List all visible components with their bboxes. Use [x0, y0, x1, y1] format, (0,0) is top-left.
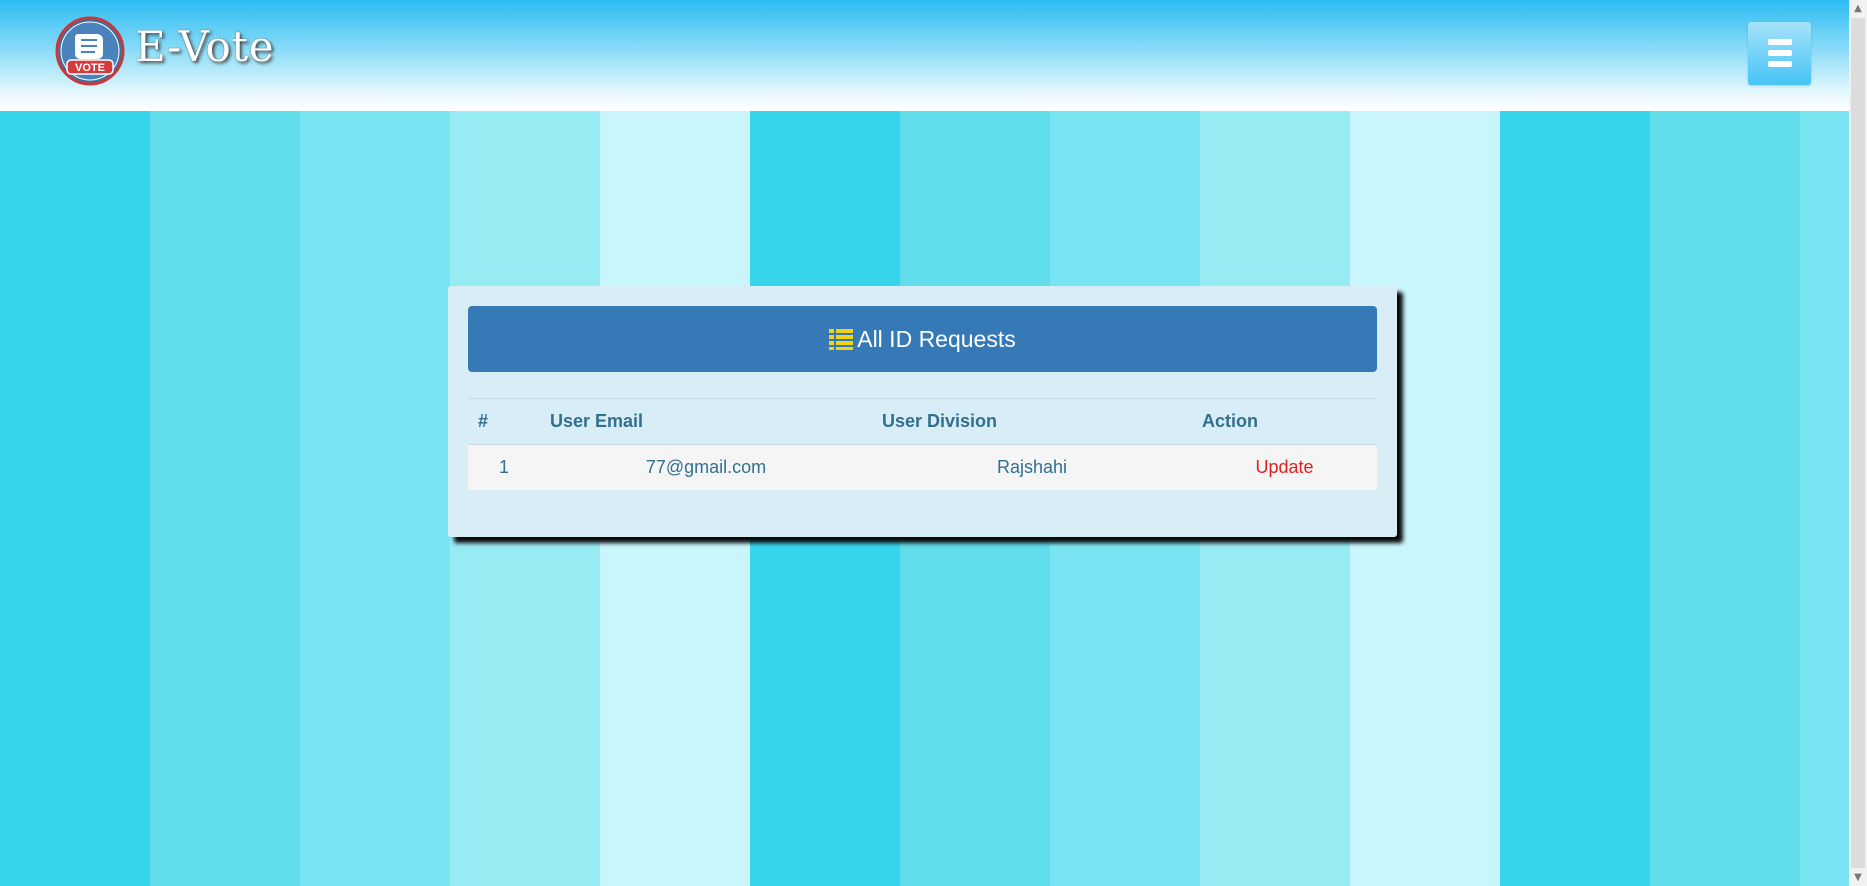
panel-title-bar: All ID Requests [468, 306, 1377, 372]
list-icon [829, 329, 854, 350]
vertical-scrollbar[interactable]: ▲ ▼ [1849, 0, 1867, 886]
row-number: 1 [498, 457, 509, 477]
menu-button[interactable] [1748, 22, 1811, 85]
header: VOTE E-Vote [0, 0, 1849, 111]
column-header-number: # [468, 398, 540, 445]
scrollbar-thumb[interactable] [1851, 18, 1865, 868]
column-header-division: User Division [872, 398, 1192, 445]
row-email: 77@gmail.com [645, 457, 767, 477]
panel-title: All ID Requests [857, 325, 1016, 352]
vote-logo-icon[interactable]: VOTE [55, 16, 125, 86]
row-division: Rajshahi [996, 457, 1068, 477]
brand-title[interactable]: E-Vote [135, 22, 274, 71]
scroll-up-icon[interactable]: ▲ [1849, 0, 1867, 17]
column-header-email: User Email [540, 398, 872, 445]
scroll-down-icon[interactable]: ▼ [1849, 869, 1867, 886]
requests-table: # User Email User Division Action 1 77@g… [468, 398, 1377, 490]
update-link[interactable]: Update [1192, 445, 1377, 491]
table-header-row: # User Email User Division Action [468, 398, 1377, 445]
table-row: 1 77@gmail.com Rajshahi Update [468, 444, 1377, 491]
page: VOTE E-Vote All ID Requests # User Email… [0, 0, 1867, 886]
logo-text: VOTE [75, 62, 105, 74]
id-requests-panel: All ID Requests # User Email User Divisi… [448, 286, 1397, 537]
column-header-action: Action [1192, 398, 1377, 445]
